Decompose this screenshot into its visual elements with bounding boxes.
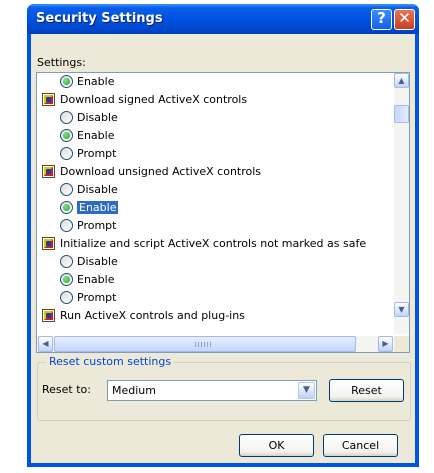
horizontal-scroll-thumb[interactable] bbox=[54, 336, 356, 352]
radio-checked-icon[interactable] bbox=[60, 273, 73, 286]
dialog-body: Settings: Enable Download signed ActiveX … bbox=[31, 34, 415, 463]
settings-option-label: Disable bbox=[77, 111, 118, 124]
radio-unchecked-icon[interactable] bbox=[60, 111, 73, 124]
settings-category-icon bbox=[42, 165, 55, 178]
cancel-button[interactable]: Cancel bbox=[323, 434, 398, 457]
settings-option-label: Prompt bbox=[77, 219, 117, 232]
settings-option-label: Disable bbox=[77, 255, 118, 268]
settings-category[interactable]: Download signed ActiveX controls bbox=[42, 91, 247, 109]
settings-option-label: Enable bbox=[77, 129, 115, 142]
chevron-down-icon: ▼ bbox=[303, 385, 310, 395]
settings-category[interactable]: Download unsigned ActiveX controls bbox=[42, 163, 261, 181]
scroll-right-button[interactable]: ▶ bbox=[378, 336, 393, 352]
settings-radio-option[interactable]: Disable bbox=[60, 181, 118, 199]
settings-category[interactable]: Initialize and script ActiveX controls n… bbox=[42, 235, 366, 253]
vertical-scrollbar[interactable]: ▲ ▼ bbox=[394, 73, 409, 334]
settings-category-label: Initialize and script ActiveX controls n… bbox=[60, 237, 367, 250]
close-button[interactable]: ✕ bbox=[394, 9, 415, 30]
radio-checked-icon[interactable] bbox=[60, 201, 73, 214]
settings-option-label: Prompt bbox=[77, 147, 117, 160]
horizontal-scrollbar[interactable]: ◀ ▶ bbox=[37, 336, 393, 352]
dropdown-button[interactable]: ▼ bbox=[298, 382, 315, 399]
settings-option-label: Enable bbox=[77, 201, 119, 214]
help-icon: ? bbox=[377, 9, 386, 27]
radio-unchecked-icon[interactable] bbox=[60, 291, 73, 304]
settings-option-label: Prompt bbox=[77, 291, 117, 304]
radio-unchecked-icon[interactable] bbox=[60, 147, 73, 160]
radio-unchecked-icon[interactable] bbox=[60, 219, 73, 232]
settings-radio-option[interactable]: Enable bbox=[60, 127, 114, 145]
close-icon: ✕ bbox=[398, 9, 411, 27]
settings-category-icon bbox=[42, 93, 55, 106]
settings-option-label: Disable bbox=[77, 183, 118, 196]
reset-button[interactable]: Reset bbox=[329, 379, 404, 402]
scroll-left-icon: ◀ bbox=[42, 339, 49, 348]
settings-category-label: Download unsigned ActiveX controls bbox=[60, 165, 262, 178]
settings-category-label: Run ActiveX controls and plug-ins bbox=[60, 309, 245, 322]
radio-unchecked-icon[interactable] bbox=[60, 255, 73, 268]
scroll-down-icon: ▼ bbox=[398, 305, 405, 314]
reset-custom-settings-group: Reset custom settings Reset to: Medium ▼… bbox=[37, 355, 411, 421]
reset-level-value: Medium bbox=[112, 384, 156, 397]
scroll-down-button[interactable]: ▼ bbox=[394, 302, 409, 317]
reset-group-label: Reset custom settings bbox=[46, 355, 175, 368]
reset-to-label: Reset to: bbox=[42, 383, 91, 396]
settings-list[interactable]: Enable Download signed ActiveX controls Di… bbox=[36, 72, 410, 353]
settings-category-label: Download signed ActiveX controls bbox=[60, 93, 248, 106]
reset-level-dropdown[interactable]: Medium ▼ bbox=[107, 380, 317, 401]
settings-label: Settings: bbox=[37, 56, 86, 69]
settings-option-label: Enable bbox=[77, 75, 115, 88]
settings-option-label: Enable bbox=[77, 273, 115, 286]
ok-button[interactable]: OK bbox=[239, 434, 314, 457]
radio-checked-icon[interactable] bbox=[60, 129, 73, 142]
vertical-scroll-thumb[interactable] bbox=[394, 105, 409, 123]
grip-icon bbox=[195, 342, 211, 347]
scroll-up-button[interactable]: ▲ bbox=[394, 73, 409, 88]
window-title: Security Settings bbox=[36, 11, 163, 26]
settings-radio-option[interactable]: Prompt bbox=[60, 145, 116, 163]
scrollbar-corner bbox=[394, 336, 409, 352]
settings-radio-option[interactable]: Prompt bbox=[60, 289, 116, 307]
scroll-right-icon: ▶ bbox=[382, 339, 389, 348]
radio-checked-icon[interactable] bbox=[60, 75, 73, 88]
settings-radio-option[interactable]: Prompt bbox=[60, 217, 116, 235]
settings-radio-option[interactable]: Enable bbox=[60, 199, 119, 217]
settings-radio-option[interactable]: Enable bbox=[60, 73, 114, 91]
security-settings-window: Security Settings ? ✕ Settings: Enable Do… bbox=[27, 4, 419, 467]
settings-radio-option[interactable]: Disable bbox=[60, 109, 118, 127]
settings-category[interactable]: Run ActiveX controls and plug-ins bbox=[42, 307, 245, 325]
title-bar[interactable]: Security Settings ? ✕ bbox=[27, 4, 419, 34]
settings-category-icon bbox=[42, 237, 55, 250]
settings-radio-option[interactable]: Disable bbox=[60, 253, 118, 271]
radio-unchecked-icon[interactable] bbox=[60, 183, 73, 196]
scroll-up-icon: ▲ bbox=[398, 76, 405, 85]
help-button[interactable]: ? bbox=[371, 9, 392, 30]
settings-radio-option[interactable]: Enable bbox=[60, 271, 114, 289]
scroll-left-button[interactable]: ◀ bbox=[38, 336, 53, 352]
settings-category-icon bbox=[42, 309, 55, 322]
